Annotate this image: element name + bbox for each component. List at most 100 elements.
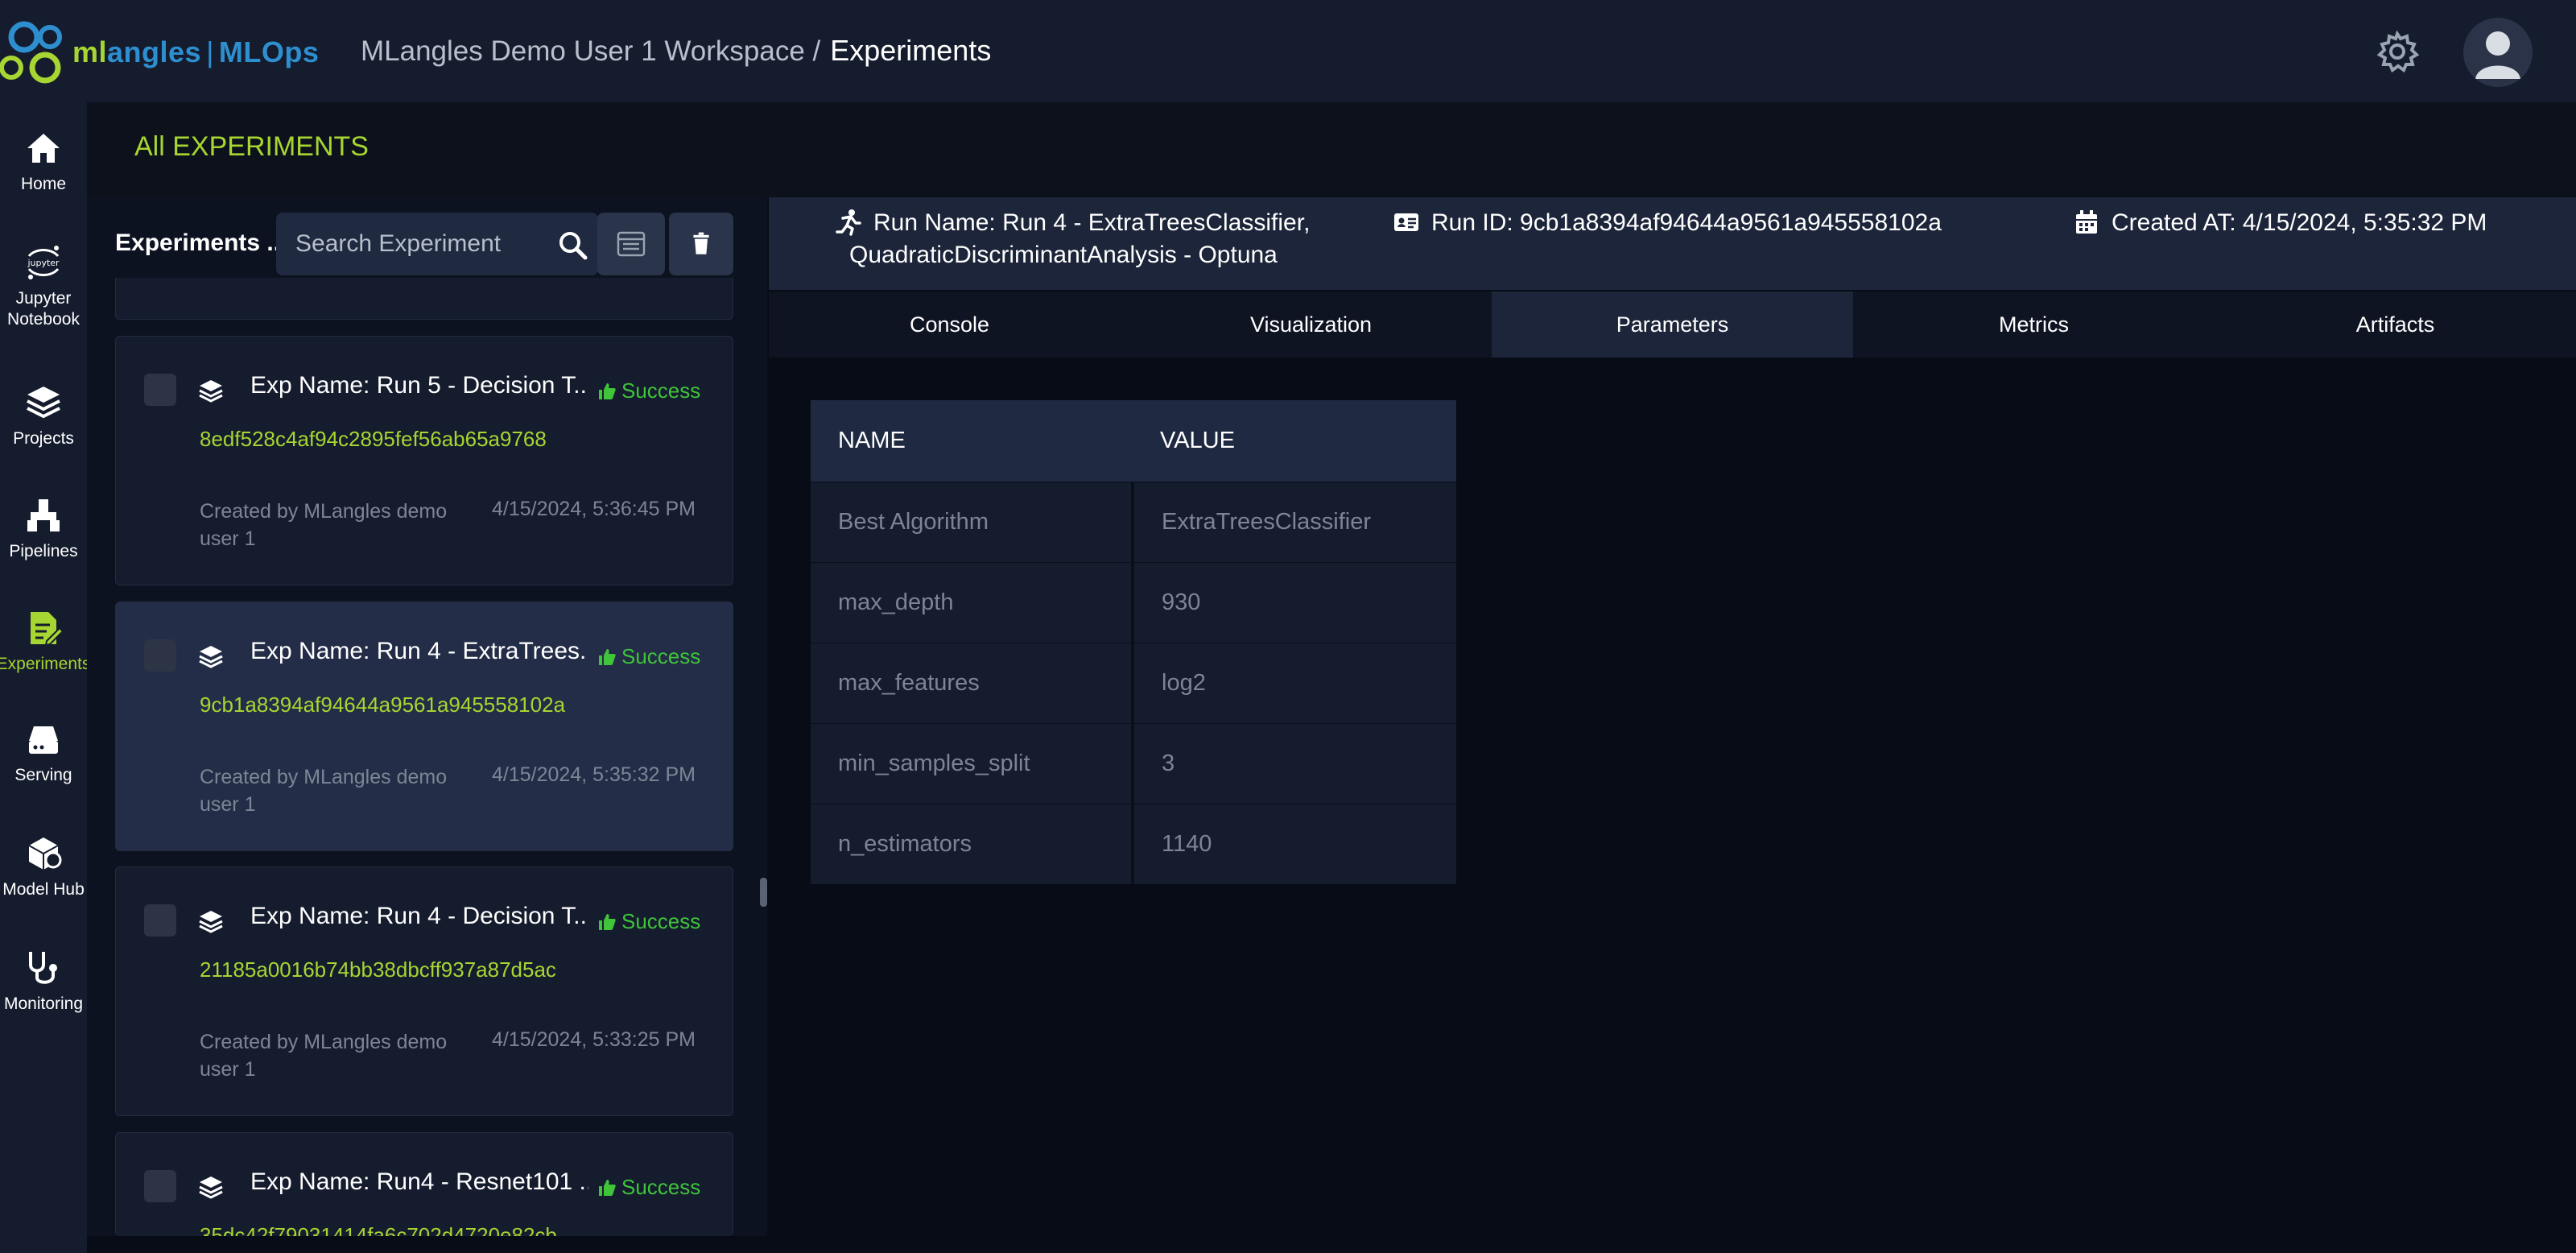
tab-artifacts[interactable]: Artifacts [2215,292,2576,358]
search-input[interactable] [295,230,537,258]
run-id: 9cb1a8394af94644a9561a945558102a [200,693,566,717]
status-badge: Success [597,644,700,669]
created-at: Created AT: 4/15/2024, 5:35:32 PM [2073,207,2487,239]
breadcrumb-workspace[interactable]: MLangles Demo User 1 Workspace / [361,35,820,68]
parameters-table: NAME VALUE Best Algorithm ExtraTreesClas… [811,400,1456,884]
mlangles-logo[interactable]: mlangles | MLOps [0,18,319,87]
section-band [87,102,2576,197]
status-badge: Success [597,1175,700,1200]
experiment-checkbox[interactable] [144,374,176,406]
list-view-button[interactable] [597,213,665,275]
thumbs-up-icon [599,383,616,399]
list-view-icon [617,231,646,257]
param-name: max_features [811,642,1134,723]
param-name: Best Algorithm [811,481,1134,562]
experiment-checkbox[interactable] [144,1170,176,1202]
created-by: Created by MLangles demo user 1 [200,766,448,816]
created-date: 4/15/2024, 5:35:32 PM [492,763,696,786]
table-row: max_depth 930 [811,561,1456,643]
search-icon[interactable] [556,229,588,261]
layers-icon [199,1176,223,1199]
breadcrumb-current: Experiments [830,34,992,67]
param-name: n_estimators [811,803,1134,884]
run-tabs: Console Visualization Parameters Metrics… [769,292,2576,358]
table-row: n_estimators 1140 [811,803,1456,884]
column-header-name: NAME [811,400,1133,482]
table-row: min_samples_split 3 [811,722,1456,804]
param-name: max_depth [811,561,1134,643]
experiment-name[interactable]: Exp Name: Run 4 - Decision T... [250,903,588,930]
list-item[interactable]: Exp Name: Run 4 - ExtraTrees... Success … [115,602,733,851]
jupyter-icon: jupyter [27,246,60,279]
stethoscope-icon [29,952,57,984]
pipeline-icon [27,499,60,531]
id-card-icon [1394,213,1418,231]
param-value: 3 [1133,722,1456,804]
experiment-name[interactable]: Exp Name: Run 4 - ExtraTrees... [250,638,588,665]
nav-home[interactable]: Home [0,127,87,195]
list-item[interactable]: Exp Name: Run4 - Resnet101 ... Success 3… [115,1132,733,1236]
run-id: 8edf528c4af94c2895fef56ab65a9768 [200,427,547,451]
calendar-icon [2076,210,2097,234]
logo-wordmark: mlangles | MLOps [72,35,320,68]
logo-mark-icon [0,21,62,84]
layers-icon [199,646,223,668]
status-badge: Success [597,909,700,934]
experiments-dropdown-label[interactable]: Experiments ... [115,230,276,257]
tab-visualization[interactable]: Visualization [1130,292,1492,358]
nav-model-hub[interactable]: Model Hub [0,833,87,900]
created-date: 4/15/2024, 5:36:45 PM [492,498,696,520]
home-icon [27,134,60,163]
delete-button[interactable] [669,213,733,275]
user-avatar[interactable] [2463,18,2533,87]
tab-metrics[interactable]: Metrics [1853,292,2215,358]
nav-jupyter-notebook[interactable]: jupyter Jupyter Notebook [0,242,87,330]
breadcrumb: MLangles Demo User 1 Workspace / Experim… [361,34,991,68]
experiment-checkbox[interactable] [144,904,176,937]
list-item[interactable]: Exp Name: Run 5 - Decision T... Success … [115,336,733,585]
created-by: Created by MLangles demo user 1 [200,1031,448,1081]
nav-experiments[interactable]: Experiments [0,607,90,675]
run-id-header: Run ID: 9cb1a8394af94644a9561a945558102a [1393,207,1942,239]
layers-icon [199,380,223,403]
trash-icon [693,232,709,254]
experiment-name[interactable]: Exp Name: Run4 - Resnet101 ... [250,1168,588,1196]
table-row: max_features log2 [811,642,1456,723]
nav-pipelines[interactable]: Pipelines [0,494,87,562]
list-item[interactable] [115,278,733,320]
param-value: 930 [1133,561,1456,643]
param-value: ExtraTreesClassifier [1133,481,1456,562]
thumbs-up-icon [599,1179,616,1196]
page-title: All EXPERIMENTS [134,131,369,162]
created-date: 4/15/2024, 5:33:25 PM [492,1028,696,1051]
layers-icon [27,387,60,419]
nav-projects[interactable]: Projects [0,382,87,449]
run-id: 21185a0016b74bb38dbcff937a87d5ac [200,957,556,982]
user-icon [2475,31,2520,79]
layers-icon [199,911,223,933]
table-row: Best Algorithm ExtraTreesClassifier [811,481,1456,562]
model-hub-icon [28,837,62,870]
param-name: min_samples_split [811,722,1134,804]
table-header-row: NAME VALUE [811,400,1456,482]
thumbs-up-icon [599,648,616,665]
experiment-checkbox[interactable] [144,639,176,672]
nav-monitoring[interactable]: Monitoring [0,947,87,1015]
experiments-icon [31,612,64,647]
nav-serving[interactable]: Serving [0,718,87,786]
experiment-name[interactable]: Exp Name: Run 5 - Decision T... [250,372,588,399]
tab-parameters[interactable]: Parameters [1492,292,1853,358]
gear-icon[interactable] [2375,29,2420,74]
status-badge: Success [597,378,700,403]
run-name: Run Name: Run 4 - ExtraTreesClassifier, … [835,207,1310,271]
svg-text:jupyter: jupyter [27,258,60,268]
tab-console[interactable]: Console [769,292,1130,358]
list-scrollbar[interactable] [760,878,767,907]
top-header: mlangles | MLOps MLangles Demo User 1 Work… [0,0,2576,102]
run-header: Run Name: Run 4 - ExtraTreesClassifier, … [769,197,2576,290]
run-id: 35dc42f79031414fa6c702d4720e82cb [200,1223,557,1236]
column-header-value: VALUE [1133,400,1456,482]
serving-icon [29,726,58,754]
list-item[interactable]: Exp Name: Run 4 - Decision T... Success … [115,866,733,1116]
param-value: 1140 [1133,803,1456,884]
